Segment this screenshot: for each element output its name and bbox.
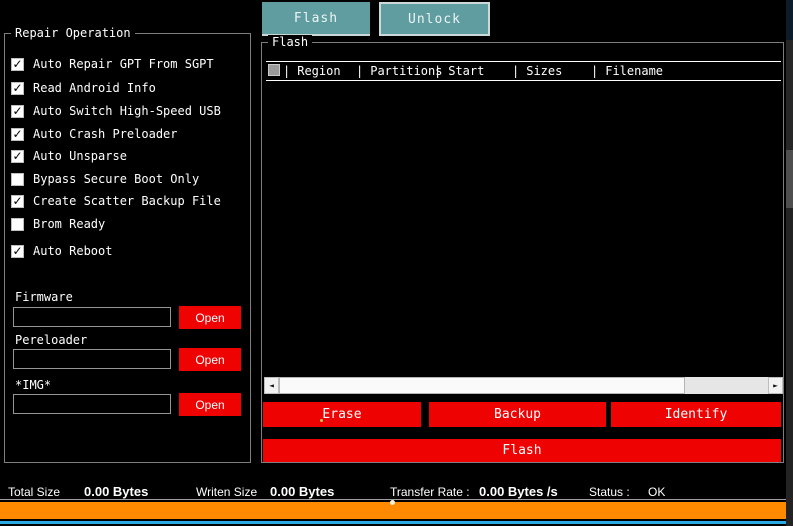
horizontal-scrollbar[interactable]: ◄ ► — [264, 377, 783, 394]
preloader-label: Pereloader — [15, 333, 88, 347]
checkbox-read-android-info[interactable]: ✓ Read Android Info — [11, 80, 156, 96]
edge-segment — [786, 150, 793, 208]
select-all-checkbox[interactable] — [268, 64, 280, 76]
checkbox-label: Auto Switch High-Speed USB — [33, 104, 221, 118]
flash-mode-button[interactable]: Flash — [262, 2, 370, 36]
checkbox-label: Auto Crash Preloader — [33, 127, 178, 141]
scroll-right-arrow-icon[interactable]: ► — [768, 377, 783, 394]
total-size-label: Total Size — [8, 485, 61, 499]
flash-group-title: Flash — [268, 35, 313, 49]
checkbox-icon[interactable] — [11, 172, 24, 186]
firmware-open-button[interactable]: Open — [179, 306, 241, 329]
checkbox-create-scatter-backup[interactable]: ✓ Create Scatter Backup File — [11, 193, 221, 209]
checkbox-label: Auto Unsparse — [33, 149, 127, 163]
edge-segment — [786, 0, 793, 40]
scrollbar-track[interactable] — [685, 377, 768, 394]
repair-operation-title: Repair Operation — [11, 26, 135, 40]
partition-table-body[interactable] — [264, 81, 783, 376]
checkbox-label: Read Android Info — [33, 81, 156, 95]
column-separator: | — [591, 64, 599, 78]
status-value: OK — [648, 485, 666, 499]
column-header-filename[interactable]: | Filename — [591, 63, 663, 79]
checkbox-brom-ready[interactable]: Brom Ready — [11, 216, 105, 232]
column-header-sizes[interactable]: | Sizes — [512, 63, 562, 79]
scroll-left-arrow-icon[interactable]: ◄ — [264, 377, 279, 394]
flash-button[interactable]: Flash — [263, 439, 781, 462]
cursor-artifact-dot — [320, 419, 323, 422]
column-label: Partitions — [370, 64, 443, 78]
cursor-dot — [390, 500, 395, 505]
checkbox-icon[interactable]: ✓ — [11, 127, 24, 141]
column-label: Region — [297, 64, 341, 78]
firmware-label: Firmware — [15, 290, 73, 304]
checkbox-auto-crash-preloader[interactable]: ✓ Auto Crash Preloader — [11, 126, 178, 142]
column-separator: | — [356, 64, 364, 78]
column-separator: | — [512, 64, 520, 78]
preloader-input[interactable] — [13, 349, 171, 369]
checkbox-icon[interactable]: ✓ — [11, 57, 24, 71]
flash-group: Flash | Region | Partitions | Start | Si… — [261, 35, 784, 463]
checkbox-icon[interactable]: ✓ — [11, 149, 24, 163]
checkbox-label: Bypass Secure Boot Only — [33, 172, 200, 186]
checkbox-icon[interactable]: ✓ — [11, 194, 24, 208]
column-separator: | — [283, 64, 291, 78]
checkbox-icon[interactable]: ✓ — [11, 104, 24, 118]
erase-button[interactable]: Erase — [263, 402, 421, 427]
img-open-button[interactable]: Open — [179, 393, 241, 416]
preloader-open-button[interactable]: Open — [179, 348, 241, 371]
backup-button[interactable]: Backup — [429, 402, 606, 427]
transfer-rate-label: Transfer Rate : — [390, 485, 470, 499]
checkbox-icon[interactable]: ✓ — [11, 244, 24, 258]
written-size-label: Writen Size — [196, 485, 258, 499]
checkbox-icon[interactable] — [11, 217, 24, 231]
table-header-top-line — [266, 61, 781, 62]
img-label: *IMG* — [15, 378, 52, 392]
column-separator: | — [434, 64, 442, 78]
window-edge-strip — [786, 0, 793, 526]
scrollbar-thumb[interactable] — [279, 377, 685, 394]
bottom-accent-line — [0, 521, 789, 524]
firmware-input[interactable] — [13, 307, 171, 327]
unlock-mode-button[interactable]: Unlock — [379, 2, 490, 36]
img-input[interactable] — [13, 394, 171, 414]
repair-operation-group: Repair Operation ✓ Auto Repair GPT From … — [4, 26, 251, 463]
checkbox-label: Auto Repair GPT From SGPT — [33, 57, 214, 71]
edge-segment — [786, 208, 793, 526]
column-label: Start — [448, 64, 485, 78]
checkbox-label: Brom Ready — [33, 217, 106, 231]
written-size-value: 0.00 Bytes — [270, 484, 335, 499]
column-header-start[interactable]: | Start — [434, 63, 484, 79]
column-label: Filename — [605, 64, 664, 78]
checkbox-label: Auto Reboot — [33, 244, 113, 258]
column-header-partitions[interactable]: | Partitions — [356, 63, 442, 79]
transfer-rate-value: 0.00 Bytes /s — [479, 484, 558, 499]
checkbox-auto-switch-usb[interactable]: ✓ Auto Switch High-Speed USB — [11, 103, 221, 119]
identify-button[interactable]: Identify — [611, 402, 781, 427]
total-size-value: 0.00 Bytes — [84, 484, 149, 499]
edge-segment — [786, 40, 793, 150]
checkbox-auto-unsparse[interactable]: ✓ Auto Unsparse — [11, 148, 127, 164]
checkbox-auto-repair-gpt[interactable]: ✓ Auto Repair GPT From SGPT — [11, 56, 214, 72]
checkbox-label: Create Scatter Backup File — [33, 194, 221, 208]
column-header-region[interactable]: | Region — [283, 63, 341, 79]
column-label: Sizes — [526, 64, 563, 78]
checkbox-bypass-secure-boot[interactable]: Bypass Secure Boot Only — [11, 171, 199, 187]
status-label: Status : — [589, 485, 630, 499]
app-window: Flash Unlock Repair Operation ✓ Auto Rep… — [0, 0, 793, 526]
checkbox-icon[interactable]: ✓ — [11, 81, 24, 95]
checkbox-auto-reboot[interactable]: ✓ Auto Reboot — [11, 243, 112, 259]
